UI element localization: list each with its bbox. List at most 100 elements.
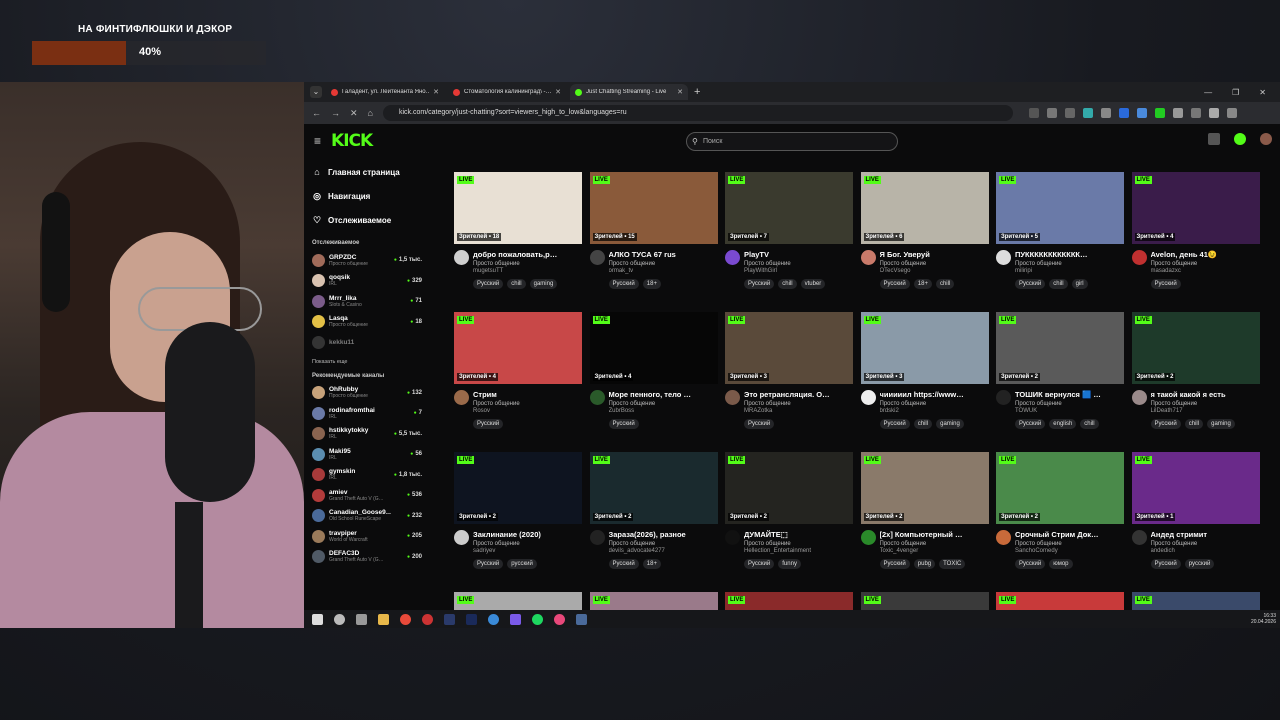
file-explorer-icon[interactable] (378, 613, 389, 625)
streamer-name[interactable]: miliripi (1015, 268, 1123, 274)
streamer-avatar[interactable] (454, 390, 469, 405)
forward-icon[interactable]: → (331, 108, 340, 118)
stream-tag[interactable]: Русский (744, 419, 775, 429)
stream-tag[interactable]: Русский (879, 419, 910, 429)
stream-card[interactable]: LIVE Зрителей • 4 Avelon, день 41😉 Прост… (1131, 172, 1260, 302)
stream-tag[interactable]: gaming (1207, 419, 1235, 429)
streamer-avatar[interactable] (1131, 390, 1147, 405)
stream-category[interactable]: Просто общение (473, 261, 581, 267)
streamer-name[interactable]: OTecVsego (880, 268, 988, 274)
tab-search-icon[interactable]: ⌄ (310, 86, 322, 98)
streamer-avatar[interactable] (860, 390, 876, 405)
stream-title[interactable]: Avelon, день 41😉 (1151, 250, 1259, 259)
streamer-avatar[interactable] (860, 250, 876, 265)
stream-thumbnail-partial[interactable]: LIVE (996, 592, 1124, 612)
stream-thumbnail[interactable]: LIVE Зрителей • 2 (454, 452, 582, 524)
stream-tag[interactable]: Русский (1015, 419, 1046, 429)
sidebar-nav-item[interactable]: ♡ Отслеживаемое (312, 208, 432, 232)
stream-tag[interactable]: Русский (744, 559, 775, 569)
streamer-avatar[interactable] (996, 530, 1011, 545)
stream-thumbnail[interactable]: LIVE Зрителей • 2 (860, 452, 989, 524)
stream-title[interactable]: Стрим (473, 390, 581, 399)
sidebar-channel[interactable]: GRPZDC Просто общение 1,5 тыс. (312, 250, 432, 271)
streamer-avatar[interactable] (725, 250, 740, 265)
stream-thumbnail-partial[interactable]: LIVE (860, 592, 989, 612)
lightroom-icon[interactable] (444, 613, 455, 625)
stream-category[interactable]: Просто общение (1151, 261, 1259, 267)
stream-title[interactable]: Зараза(2026), разное (609, 530, 717, 539)
stream-thumbnail[interactable]: LIVE Зрителей • 18 (454, 172, 582, 244)
stream-category[interactable]: Просто общение (609, 261, 717, 267)
inbox-icon[interactable] (1208, 133, 1220, 145)
stream-category[interactable]: Просто общение (744, 401, 852, 407)
stream-thumbnail-partial[interactable]: LIVE (725, 592, 853, 612)
system-clock[interactable]: 16:33 20.04.2026 (1251, 613, 1276, 625)
stream-tag[interactable]: girl (1071, 279, 1088, 289)
stream-title[interactable]: ДУМАЙТЕ⬚ (744, 530, 852, 539)
streamer-name[interactable]: TOWUK (1015, 408, 1123, 414)
streamer-name[interactable]: PlayWithGirl (744, 268, 852, 274)
profile-icon[interactable] (1208, 108, 1219, 118)
streamer-avatar[interactable] (725, 390, 740, 405)
sidebar-nav-item[interactable]: ◎ Навигация (312, 184, 432, 208)
stream-title[interactable]: Срочный Стрим Док… (1015, 530, 1123, 539)
sidebar-channel[interactable]: Canadian_Goose9… Old School RuneScape 23… (312, 506, 432, 527)
kick-logo[interactable]: KICK (331, 131, 373, 151)
streamer-name[interactable]: MRAZotka (744, 408, 852, 414)
stream-category[interactable]: Просто общение (1015, 261, 1123, 267)
streamer-name[interactable]: sadriyev (473, 548, 581, 554)
stream-thumbnail[interactable]: LIVE Зрителей • 2 (996, 312, 1124, 384)
stream-title[interactable]: Это ретрансляция. О… (744, 390, 852, 399)
task-view-icon[interactable] (356, 613, 367, 625)
streamer-name[interactable]: Toxic_4venger (880, 548, 988, 554)
stream-title[interactable]: Море пенного, тело … (609, 390, 717, 399)
stream-title[interactable]: [2x] Компьютерный … (880, 530, 988, 539)
stream-card[interactable]: LIVE Зрителей • 2 ДУМАЙТЕ⬚ Просто общени… (725, 452, 853, 582)
new-tab-icon[interactable]: + (694, 86, 700, 98)
stream-card[interactable]: LIVE Зрителей • 1 Андед стримит Просто о… (1131, 452, 1260, 582)
search-taskbar-icon[interactable] (334, 613, 345, 625)
stream-category[interactable]: Просто общение (744, 261, 852, 267)
spotify-icon[interactable] (532, 613, 543, 625)
stream-category[interactable]: Просто общение (1015, 401, 1123, 407)
sidebar-channel[interactable]: hstikkytokky IRL 5,5 тыс. (312, 424, 432, 445)
stop-icon[interactable]: ✕ (350, 108, 358, 119)
stream-category[interactable]: Просто общение (473, 401, 581, 407)
stream-card[interactable]: LIVE Зрителей • 2 Срочный Стрим Док… Про… (996, 452, 1124, 582)
stream-tag[interactable]: Русский (1150, 279, 1181, 289)
stream-tag[interactable]: english (1049, 419, 1077, 429)
stream-tag[interactable]: Русский (1150, 559, 1181, 569)
streamer-avatar[interactable] (1131, 530, 1147, 545)
extension-icon[interactable] (1064, 108, 1075, 118)
stream-tag[interactable]: Русский (879, 279, 910, 289)
stream-card[interactable]: LIVE Зрителей • 4 Море пенного, тело … П… (589, 312, 718, 442)
windows-start-icon[interactable] (312, 613, 323, 625)
stream-tag[interactable]: Русский (473, 419, 504, 429)
streamer-name[interactable]: ZubrBoss (609, 408, 717, 414)
stream-tag[interactable]: chill (935, 279, 955, 289)
stream-tag[interactable]: chill (1184, 419, 1204, 429)
stream-thumbnail-partial[interactable]: LIVE (454, 592, 582, 612)
sidebar-channel[interactable]: rodinafromthai IRL 7 (312, 403, 432, 424)
stream-tag[interactable]: chill (913, 419, 933, 429)
sidebar-channel[interactable]: OhRubby Просто общение 132 (312, 383, 432, 404)
streamer-name[interactable]: devils_advocate4277 (609, 548, 717, 554)
sidebar-channel[interactable]: Maki95 IRL 56 (312, 444, 432, 465)
streamer-avatar[interactable] (996, 390, 1011, 405)
stream-thumbnail[interactable]: LIVE Зрителей • 7 (725, 172, 853, 244)
download-icon[interactable] (1190, 108, 1201, 118)
extension-icon[interactable] (1118, 108, 1129, 118)
stream-tag[interactable]: Русский (473, 279, 504, 289)
stream-card[interactable]: LIVE Зрителей • 4 Стрим Просто общение R… (454, 312, 582, 442)
extension-icon[interactable] (1100, 108, 1111, 118)
stream-category[interactable]: Просто общение (609, 541, 717, 547)
home-browser-icon[interactable]: ⌂ (368, 108, 373, 118)
steam-icon[interactable] (576, 613, 587, 625)
stream-card[interactable]: LIVE Зрителей • 2 я такой какой я есть П… (1131, 312, 1260, 442)
close-window-icon[interactable]: ✕ (1259, 88, 1266, 97)
stream-thumbnail[interactable]: LIVE Зрителей • 1 (1131, 452, 1260, 524)
stream-thumbnail[interactable]: LIVE Зрителей • 2 (996, 452, 1124, 524)
bookmark-star-icon[interactable] (1046, 108, 1057, 118)
stream-tag[interactable]: Русский (1150, 419, 1181, 429)
stream-title[interactable]: АЛКО ТУСА 67 rus (609, 250, 717, 259)
